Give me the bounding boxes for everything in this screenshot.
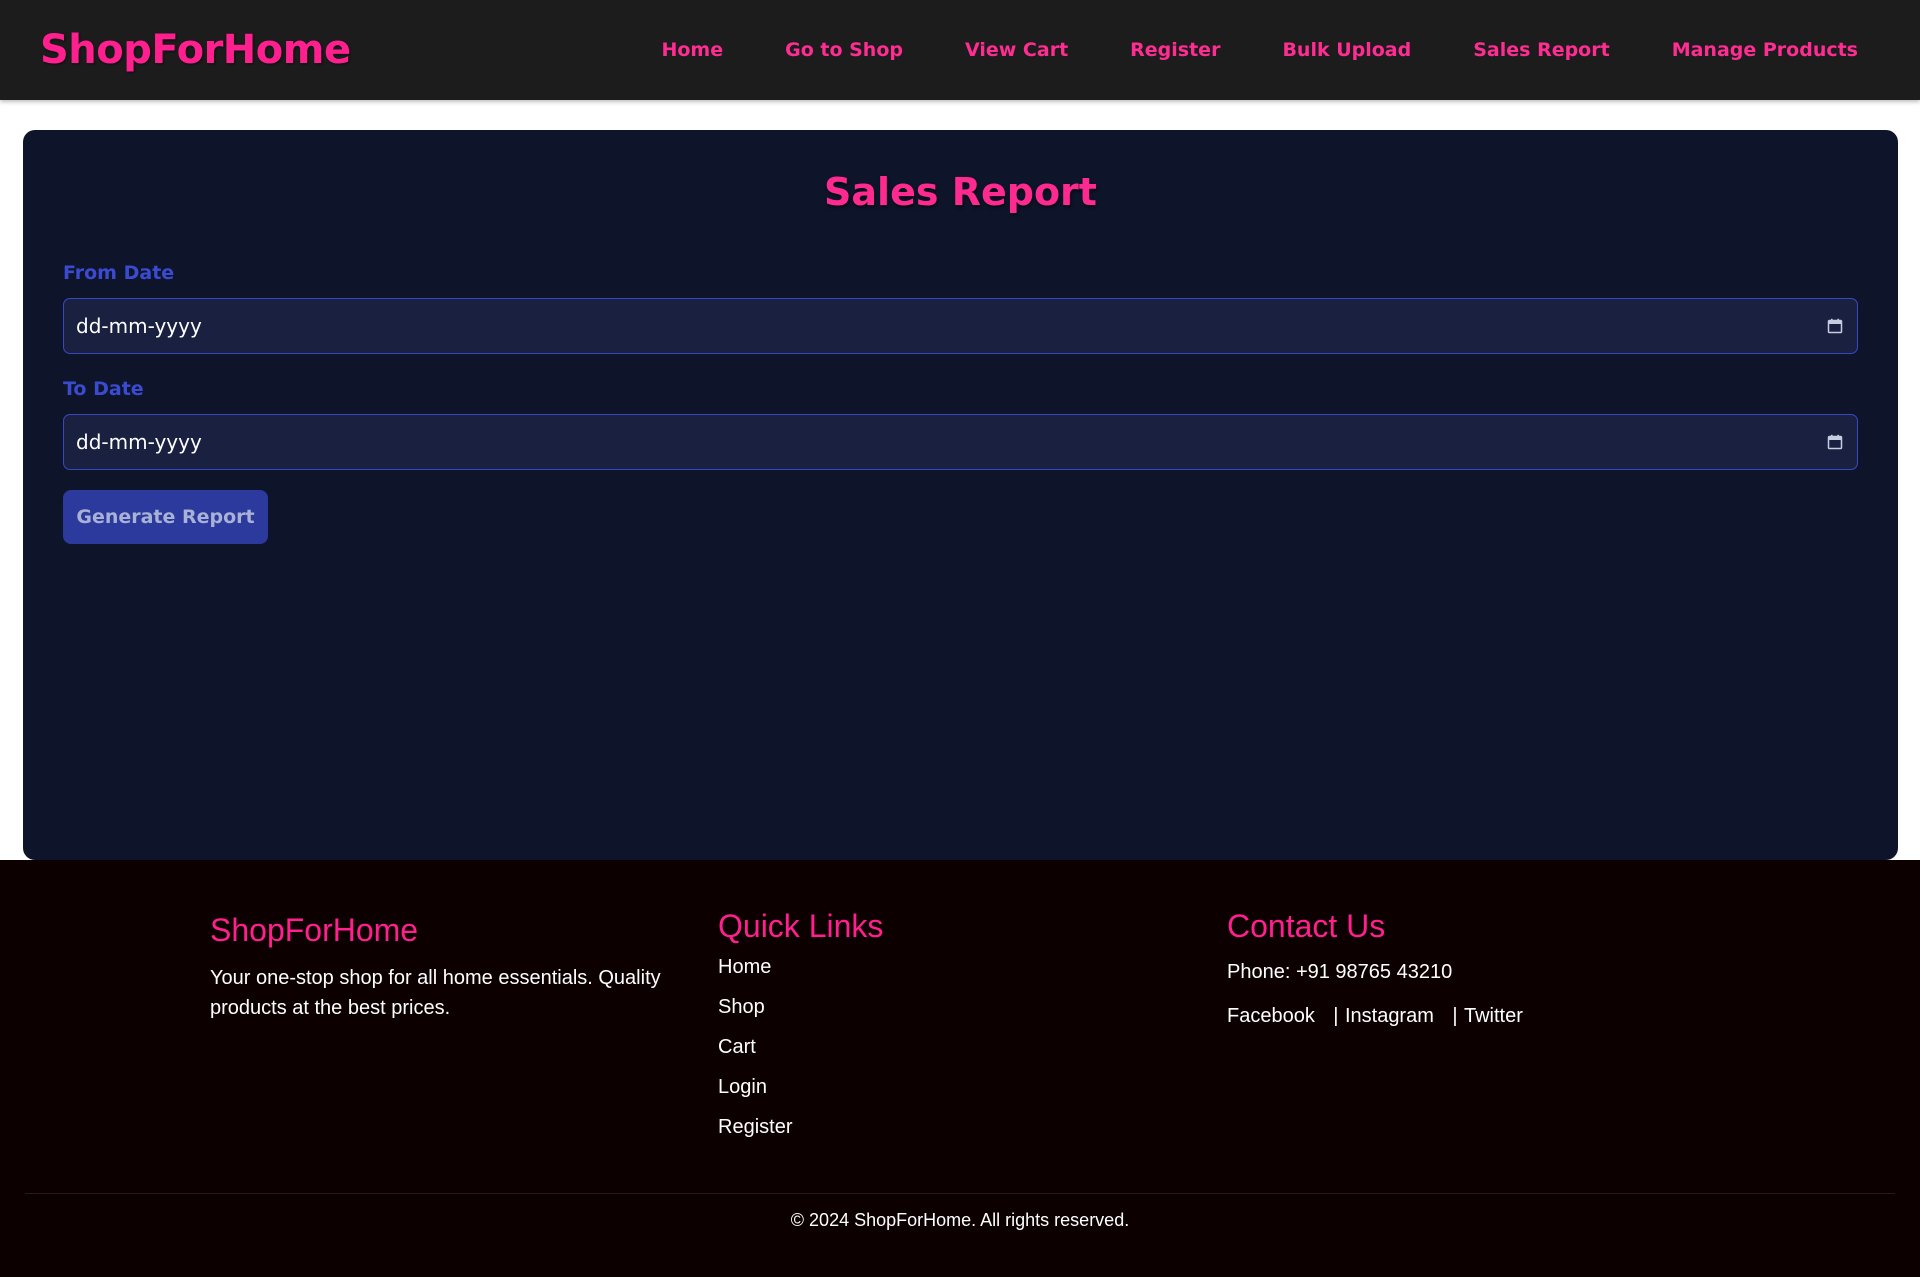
nav-link-view-cart[interactable]: View Cart — [965, 39, 1068, 61]
copyright-text: © 2024 ShopForHome. All rights reserved. — [790, 1210, 1130, 1230]
footer-contact: Contact Us Phone: +91 98765 43210 Facebo… — [1227, 908, 1727, 1028]
footer-link-shop[interactable]: Shop — [718, 987, 1118, 1027]
footer-link-login[interactable]: Login — [718, 1067, 1118, 1107]
nav-link-manage-products[interactable]: Manage Products — [1672, 39, 1858, 61]
social-links: Facebook | Instagram | Twitter — [1227, 1005, 1727, 1028]
footer-link-register[interactable]: Register — [718, 1107, 1118, 1147]
quick-links-title: Quick Links — [718, 908, 884, 944]
footer-divider — [25, 1193, 1895, 1194]
facebook-link[interactable]: Facebook — [1227, 1005, 1315, 1027]
separator: | — [1452, 1005, 1458, 1027]
brand-logo[interactable]: ShopForHome — [40, 27, 351, 73]
nav-link-sales-report[interactable]: Sales Report — [1473, 39, 1609, 61]
separator: | — [1333, 1005, 1339, 1027]
nav-link-go-to-shop[interactable]: Go to Shop — [785, 39, 903, 61]
sales-report-card: Sales Report From Date dd-mm-yyyy To Dat… — [23, 130, 1898, 860]
from-date-input[interactable]: dd-mm-yyyy — [63, 298, 1858, 354]
navbar: ShopForHome Home Go to Shop View Cart Re… — [0, 0, 1920, 100]
footer-brand: ShopForHome — [210, 912, 419, 948]
footer-about-text: Your one-stop shop for all home essentia… — [210, 967, 661, 1019]
from-date-label: From Date — [63, 262, 175, 284]
to-date-input[interactable]: dd-mm-yyyy — [63, 414, 1858, 470]
nav-link-home[interactable]: Home — [661, 39, 723, 61]
from-date-value: dd-mm-yyyy — [76, 314, 202, 338]
footer-link-cart[interactable]: Cart — [718, 1027, 1118, 1067]
footer-about: ShopForHome Your one-stop shop for all h… — [210, 912, 680, 1023]
calendar-icon[interactable] — [1827, 434, 1843, 450]
calendar-icon[interactable] — [1827, 318, 1843, 334]
footer-link-home[interactable]: Home — [718, 947, 1118, 987]
footer-quick-links: Quick Links Home Shop Cart Login Registe… — [718, 908, 1118, 1147]
to-date-value: dd-mm-yyyy — [76, 430, 202, 454]
contact-us-title: Contact Us — [1227, 908, 1386, 944]
nav-link-bulk-upload[interactable]: Bulk Upload — [1282, 39, 1411, 61]
instagram-link[interactable]: Instagram — [1345, 1005, 1434, 1027]
footer: ShopForHome Your one-stop shop for all h… — [0, 860, 1920, 1277]
to-date-label: To Date — [63, 378, 144, 400]
contact-phone: Phone: +91 98765 43210 — [1227, 961, 1453, 983]
nav-links: Home Go to Shop View Cart Register Bulk … — [599, 39, 1880, 61]
twitter-link[interactable]: Twitter — [1464, 1005, 1523, 1027]
nav-link-register[interactable]: Register — [1130, 39, 1220, 61]
page-title: Sales Report — [824, 170, 1097, 214]
generate-report-button[interactable]: Generate Report — [63, 490, 268, 544]
